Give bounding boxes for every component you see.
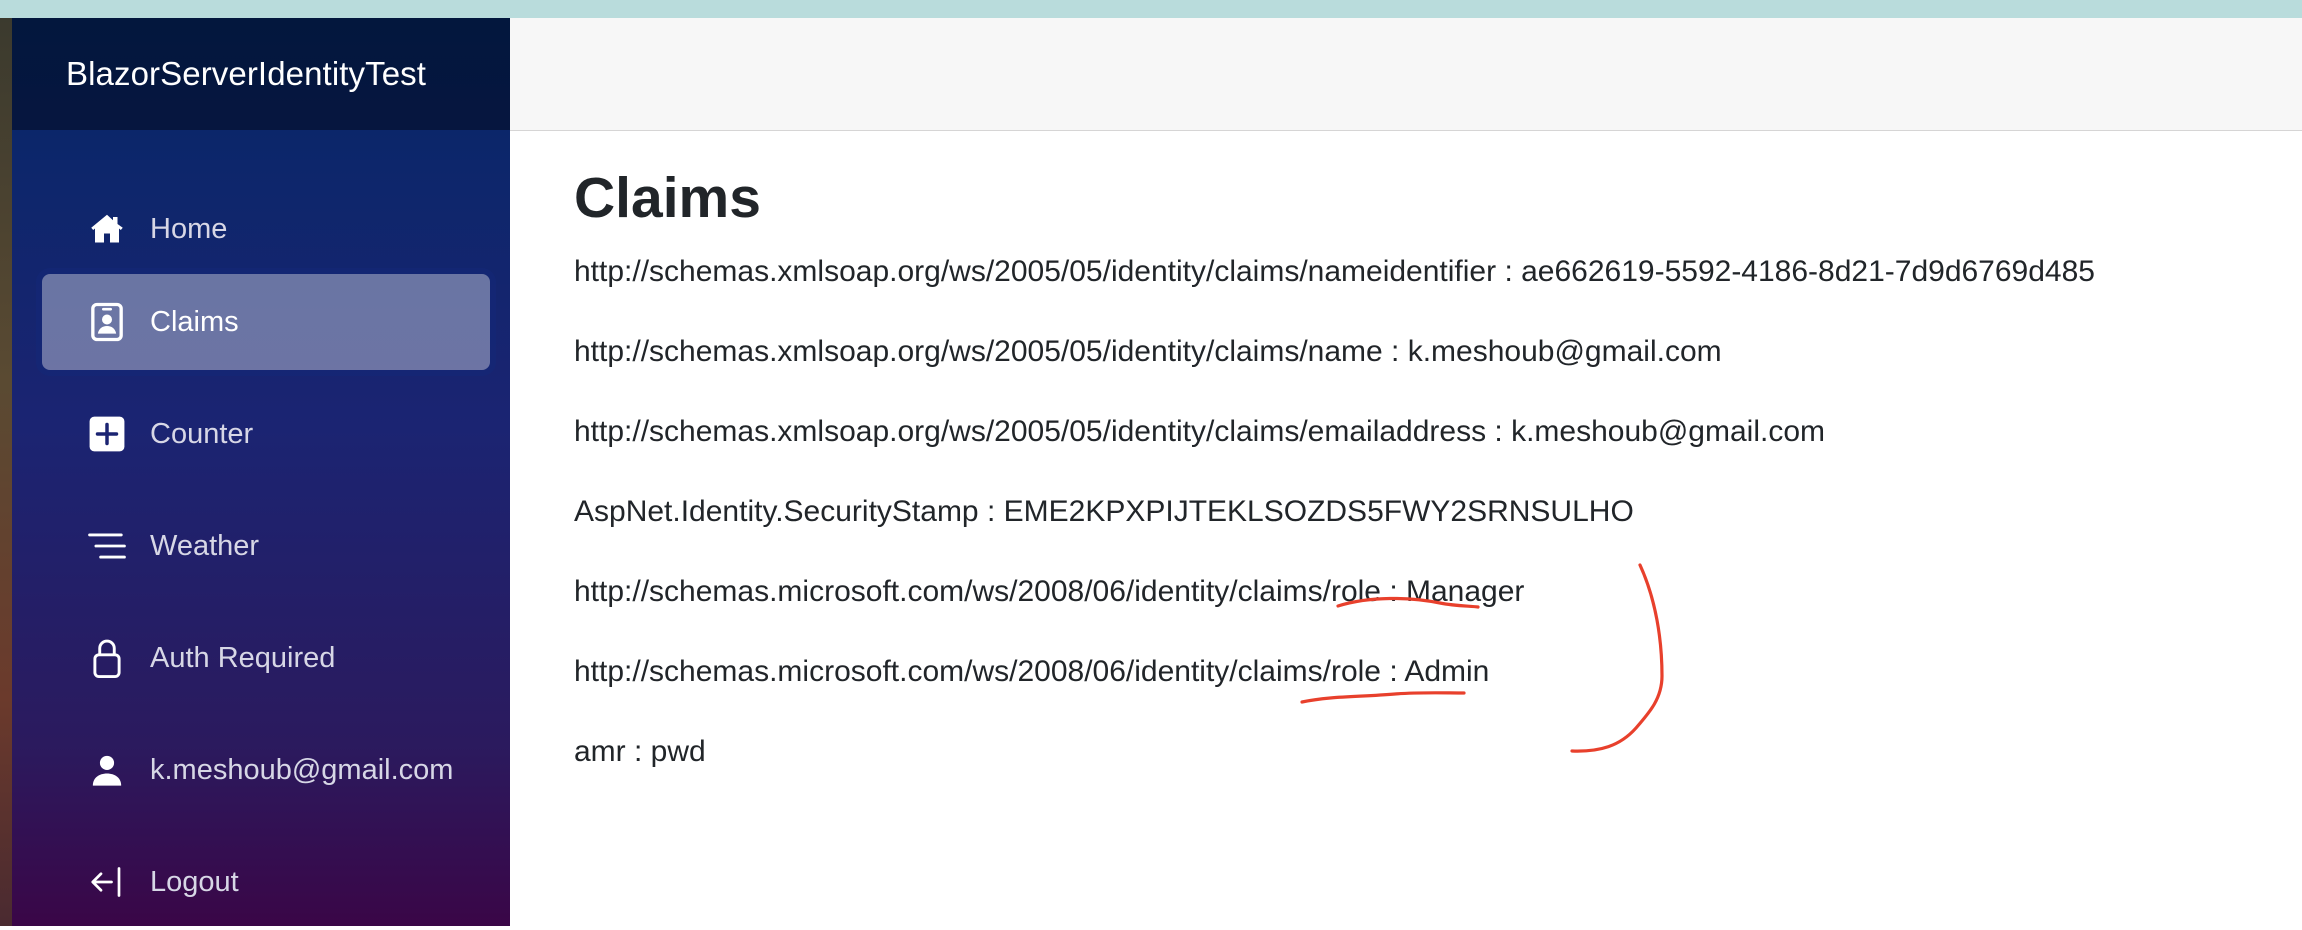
sidebar-item-claims[interactable]: Claims [42,274,490,370]
sidebar-item-weather[interactable]: Weather [42,498,490,594]
claim-row: http://schemas.xmlsoap.org/ws/2005/05/id… [574,415,1825,448]
top-row-bar [510,18,2302,131]
id-badge-icon [86,301,128,343]
sidebar-item-label: Home [150,212,228,245]
sidebar-item-label: Logout [150,865,239,898]
desktop-background-edge [0,18,12,926]
plus-square-icon [86,413,128,455]
sidebar-item-label: Auth Required [150,641,336,674]
page-title: Claims [574,166,761,230]
sidebar-item-user[interactable]: k.meshoub@gmail.com [42,722,490,818]
sidebar-item-counter[interactable]: Counter [42,386,490,482]
main-content: Claims http://schemas.xmlsoap.org/ws/200… [510,131,2302,926]
claim-row: amr : pwd [574,735,706,768]
browser-chrome-strip [0,0,2302,18]
home-icon [86,208,128,250]
sidebar: BlazorServerIdentityTest Home Claims Cou… [12,18,510,926]
sidebar-item-label: Claims [150,305,239,338]
sidebar-item-home[interactable]: Home [42,181,490,277]
logout-arrow-icon [86,861,128,903]
person-icon [86,749,128,791]
sidebar-item-label: k.meshoub@gmail.com [150,753,454,786]
claim-row: http://schemas.xmlsoap.org/ws/2005/05/id… [574,255,2095,288]
brand-bar: BlazorServerIdentityTest [12,18,510,130]
claim-row: http://schemas.microsoft.com/ws/2008/06/… [574,655,1490,688]
sidebar-item-label: Weather [150,529,260,562]
lock-icon [86,637,128,679]
sidebar-item-label: Counter [150,417,254,450]
list-lines-icon [86,525,128,567]
sidebar-item-logout[interactable]: Logout [42,834,490,930]
sidebar-item-auth-required[interactable]: Auth Required [42,610,490,706]
claim-row: http://schemas.microsoft.com/ws/2008/06/… [574,575,1525,608]
app-brand-link[interactable]: BlazorServerIdentityTest [66,55,426,93]
claim-row: http://schemas.xmlsoap.org/ws/2005/05/id… [574,335,1722,368]
claim-row: AspNet.Identity.SecurityStamp : EME2KPXP… [574,495,1634,528]
